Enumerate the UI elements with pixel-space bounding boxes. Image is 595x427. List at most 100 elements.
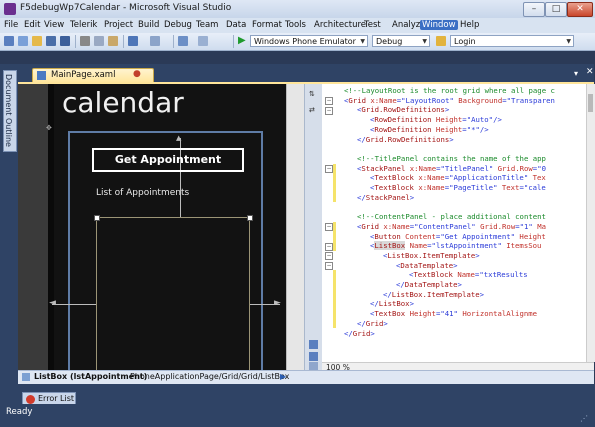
- undo-icon[interactable]: [128, 36, 138, 46]
- menu-file[interactable]: File: [4, 20, 18, 30]
- code-token: =": [435, 309, 445, 319]
- code-line[interactable]: <!--LayoutRoot is the root grid where al…: [344, 86, 555, 96]
- menu-help[interactable]: Help: [460, 20, 479, 30]
- collapse-region-icon[interactable]: −: [325, 106, 333, 115]
- menu-view[interactable]: View: [44, 20, 64, 30]
- code-line[interactable]: <Grid.RowDefinitions>: [357, 105, 449, 115]
- code-token: >: [383, 318, 388, 328]
- add-item-icon[interactable]: [18, 36, 28, 46]
- resize-handle[interactable]: [247, 215, 253, 221]
- code-line[interactable]: </ListBox>: [370, 299, 414, 309]
- menu-format[interactable]: Format: [252, 20, 282, 30]
- editor-area: calendar ▲ Get Appointment List of Appoi…: [18, 82, 595, 390]
- tab-mainpage-xaml[interactable]: MainPage.xaml ●: [32, 68, 154, 83]
- menu-debug[interactable]: Debug: [164, 20, 192, 30]
- pane-splitter[interactable]: ⇅ ⇄: [304, 84, 324, 372]
- change-marker: [333, 163, 336, 203]
- code-token: LayoutRoot: [405, 95, 450, 105]
- move-handle-icon[interactable]: ✥: [46, 124, 52, 132]
- paste-icon[interactable]: [108, 36, 118, 46]
- find-combo[interactable]: Login ▼: [450, 35, 574, 47]
- phone-page-preview[interactable]: calendar ▲ Get Appointment List of Appoi…: [48, 84, 296, 372]
- save-icon[interactable]: [46, 36, 56, 46]
- code-token: RowDefinition: [374, 115, 432, 125]
- menu-data[interactable]: Data: [226, 20, 246, 30]
- menu-project[interactable]: Project: [104, 20, 133, 30]
- close-tab-icon[interactable]: ✕: [586, 67, 595, 79]
- collapse-pane-icon[interactable]: ⇄: [309, 106, 318, 115]
- maximize-button[interactable]: □: [545, 2, 567, 17]
- resize-handle[interactable]: [94, 215, 100, 221]
- solution-configuration-select[interactable]: Debug ▼: [372, 35, 430, 47]
- code-line[interactable]: </DataTemplate>: [396, 280, 462, 290]
- code-token: <!--LayoutRoot is the root grid where al…: [344, 86, 555, 95]
- new-project-icon[interactable]: [4, 36, 14, 46]
- code-line[interactable]: <!--ContentPanel - place additional cont…: [357, 212, 546, 222]
- breadcrumb-next-icon[interactable]: ▶: [280, 372, 286, 381]
- start-debugging-icon[interactable]: ▶: [238, 35, 246, 46]
- menu-edit[interactable]: Edit: [24, 20, 40, 30]
- breadcrumb-path[interactable]: PhoneApplicationPage/Grid/Grid/ListBox: [130, 372, 289, 381]
- code-line[interactable]: <RowDefinition Height="*"/>: [370, 125, 489, 135]
- listbox-selection[interactable]: [96, 217, 250, 372]
- code-token: Name: [452, 270, 475, 280]
- get-appointment-button-preview[interactable]: Get Appointment: [92, 148, 244, 172]
- copy-icon[interactable]: [94, 36, 104, 46]
- resize-grip-icon[interactable]: ⋰: [580, 414, 588, 423]
- navigate-forward-icon[interactable]: [198, 36, 208, 46]
- code-line[interactable]: </ListBox.ItemTemplate>: [383, 290, 484, 300]
- code-token: txtResults: [483, 270, 528, 280]
- save-all-icon[interactable]: [60, 36, 70, 46]
- code-line[interactable]: <TextBlock x:Name="ApplicationTitle" Tex: [370, 173, 546, 183]
- close-button[interactable]: ✕: [567, 2, 593, 17]
- collapse-region-icon[interactable]: −: [325, 223, 333, 232]
- code-line[interactable]: </Grid.RowDefinitions>: [357, 135, 454, 145]
- code-line[interactable]: <RowDefinition Height="Auto"/>: [370, 115, 502, 125]
- collapse-region-icon[interactable]: −: [325, 165, 333, 174]
- tab-list-dropdown-icon[interactable]: ▾: [574, 69, 584, 79]
- code-line[interactable]: </Grid>: [357, 319, 388, 329]
- minimize-button[interactable]: –: [523, 2, 545, 17]
- menu-test[interactable]: Test: [364, 20, 381, 30]
- collapse-region-icon[interactable]: −: [325, 242, 333, 251]
- scrollbar-thumb[interactable]: [588, 94, 593, 112]
- code-line[interactable]: <ListBox Name="lstAppointment" ItemsSou: [370, 241, 541, 251]
- code-line[interactable]: <TextBox Height="41" HorizontalAlignme: [370, 309, 537, 319]
- list-of-appointments-label[interactable]: List of Appointments: [96, 188, 189, 198]
- swap-panes-icon[interactable]: ⇅: [309, 90, 318, 99]
- code-line[interactable]: </StackPanel>: [357, 193, 414, 203]
- menu-telerik[interactable]: Telerik: [70, 20, 97, 30]
- menu-build[interactable]: Build: [138, 20, 159, 30]
- collapse-region-icon[interactable]: −: [325, 252, 333, 261]
- menu-window[interactable]: Window: [420, 20, 458, 30]
- menu-architecture[interactable]: Architecture: [314, 20, 366, 30]
- split-view-icon[interactable]: [309, 352, 318, 361]
- code-line[interactable]: <DataTemplate>: [396, 261, 458, 271]
- target-device-select[interactable]: Windows Phone Emulator ▼: [250, 35, 368, 47]
- code-line[interactable]: <Button Content="Get Appointment" Height: [370, 232, 546, 242]
- code-line[interactable]: <ListBox.ItemTemplate>: [383, 251, 480, 261]
- code-line[interactable]: </Grid>: [344, 329, 375, 339]
- page-title-text[interactable]: calendar: [62, 86, 184, 119]
- find-in-files-icon[interactable]: [436, 36, 446, 46]
- design-surface[interactable]: calendar ▲ Get Appointment List of Appoi…: [18, 84, 305, 372]
- menu-team[interactable]: Team: [196, 20, 218, 30]
- navigate-backward-icon[interactable]: [178, 36, 188, 46]
- code-line[interactable]: <Grid x:Name="ContentPanel" Grid.Row="1"…: [357, 222, 546, 232]
- design-view-icon[interactable]: [309, 340, 318, 349]
- xaml-code-editor[interactable]: <!--LayoutRoot is the root grid where al…: [322, 84, 586, 362]
- xaml-vertical-scrollbar[interactable]: [586, 84, 595, 362]
- code-line[interactable]: <Grid x:Name="LayoutRoot" Background="Tr…: [344, 96, 555, 106]
- collapse-region-icon[interactable]: −: [325, 262, 333, 271]
- code-line[interactable]: <TextBlock Name="txtResults: [409, 270, 528, 280]
- code-line[interactable]: <StackPanel x:Name="TitlePanel" Grid.Row…: [357, 164, 546, 174]
- code-token: TextBlock: [374, 183, 414, 192]
- redo-icon[interactable]: [150, 36, 160, 46]
- code-line[interactable]: <TextBlock x:Name="PageTitle" Text="cale: [370, 183, 546, 193]
- cut-icon[interactable]: [80, 36, 90, 46]
- open-folder-icon[interactable]: [32, 36, 42, 46]
- code-line[interactable]: <!--TitlePanel contains the name of the …: [357, 154, 546, 164]
- menu-tools[interactable]: Tools: [285, 20, 306, 30]
- design-vertical-scrollbar[interactable]: [286, 84, 305, 372]
- collapse-region-icon[interactable]: −: [325, 97, 333, 106]
